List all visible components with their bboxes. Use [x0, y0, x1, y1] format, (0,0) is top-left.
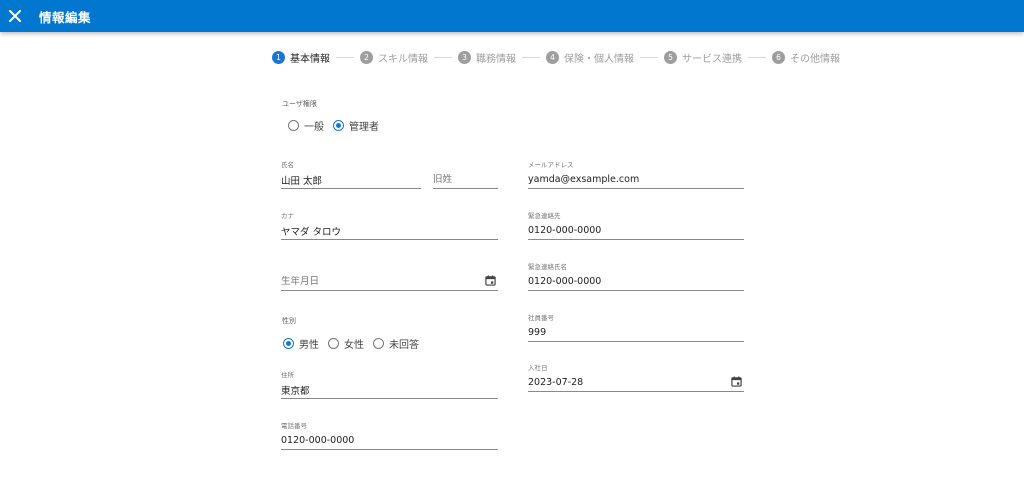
radio-male[interactable]: 男性: [283, 336, 319, 351]
step-label: 基本情報: [290, 53, 330, 65]
user-permission-label: ユーザ権限: [282, 100, 317, 108]
step-label: サービス連携: [682, 53, 742, 65]
birthday-field: [281, 261, 498, 291]
join-date-label: 入社日: [528, 364, 548, 372]
address-label: 住所: [281, 371, 294, 379]
step-number: 5: [664, 50, 677, 64]
employee-number-field: 社員番号: [528, 312, 744, 342]
email-label: メールアドレス: [528, 161, 574, 169]
address-input[interactable]: [281, 384, 498, 395]
page-title: 情報編集: [39, 9, 92, 25]
radio-circle-icon: [288, 120, 299, 131]
gender-radio-group: 男性 女性 未回答: [283, 336, 428, 351]
employee-number-label: 社員番号: [528, 314, 554, 322]
step-other-info[interactable]: 6 その他情報: [772, 50, 840, 65]
emergency-contact-name-field: 緊急連絡氏名: [528, 261, 744, 291]
calendar-icon[interactable]: [485, 275, 496, 286]
radio-circle-icon: [328, 338, 339, 349]
close-icon: [9, 10, 21, 22]
radio-admin[interactable]: 管理者: [333, 118, 379, 133]
address-field: 住所: [281, 369, 498, 399]
gender-label: 性別: [282, 317, 296, 325]
step-label: 保険・個人情報: [564, 53, 634, 65]
step-job-info[interactable]: 3 職務情報: [458, 50, 516, 65]
step-connector: [748, 56, 766, 58]
step-number: 3: [458, 50, 471, 64]
radio-label: 未回答: [389, 340, 419, 351]
step-connector: [640, 56, 658, 58]
radio-no-answer[interactable]: 未回答: [373, 336, 419, 351]
stepper: 1 基本情報 2 スキル情報 3 職務情報 4 保険・個人情報 5 サービス連携…: [272, 49, 840, 65]
join-date-field: 入社日: [528, 362, 744, 392]
step-connector: [434, 56, 452, 58]
radio-general[interactable]: 一般: [288, 118, 324, 133]
emergency-contact-field: 緊急連絡先: [528, 210, 744, 240]
radio-circle-icon: [373, 338, 384, 349]
phone-input[interactable]: [281, 435, 498, 446]
email-field: メールアドレス: [528, 159, 744, 189]
calendar-icon[interactable]: [731, 376, 742, 387]
step-number: 4: [546, 50, 559, 64]
email-input[interactable]: [528, 174, 744, 185]
kana-input[interactable]: [281, 225, 498, 236]
step-number: 6: [772, 50, 785, 64]
radio-label: 一般: [304, 122, 324, 133]
name-label: 氏名: [281, 161, 294, 169]
phone-field: 電話番号: [281, 420, 498, 450]
step-number: 2: [360, 50, 373, 64]
step-connector: [336, 56, 354, 58]
radio-checked-icon: [333, 120, 344, 131]
step-label: その他情報: [790, 53, 840, 65]
name-field: 氏名: [281, 159, 421, 189]
step-number: 1: [272, 50, 285, 64]
kana-label: カナ: [281, 212, 294, 220]
step-skill-info[interactable]: 2 スキル情報: [360, 50, 428, 65]
emergency-contact-label: 緊急連絡先: [528, 212, 561, 220]
radio-label: 女性: [344, 340, 364, 351]
step-label: 職務情報: [476, 53, 516, 65]
join-date-input[interactable]: [528, 377, 744, 388]
birthday-input[interactable]: [281, 276, 498, 287]
emergency-contact-name-input[interactable]: [528, 276, 744, 287]
radio-checked-icon: [283, 338, 294, 349]
radio-label: 男性: [299, 340, 319, 351]
emergency-contact-name-label: 緊急連絡氏名: [528, 263, 567, 271]
step-basic-info[interactable]: 1 基本情報: [272, 50, 330, 65]
maiden-name-field: [433, 159, 498, 189]
kana-field: カナ: [281, 210, 498, 240]
phone-label: 電話番号: [281, 422, 307, 430]
app-bar: 情報編集: [0, 0, 1024, 32]
user-permission-radio-group: 一般 管理者: [288, 118, 388, 133]
step-insurance-info[interactable]: 4 保険・個人情報: [546, 50, 634, 65]
step-service-link[interactable]: 5 サービス連携: [664, 50, 742, 65]
maiden-name-input[interactable]: [433, 174, 498, 185]
radio-label: 管理者: [349, 122, 379, 133]
employee-number-input[interactable]: [528, 327, 744, 338]
step-label: スキル情報: [378, 53, 428, 65]
step-connector: [522, 56, 540, 58]
emergency-contact-input[interactable]: [528, 225, 744, 236]
name-input[interactable]: [281, 174, 421, 185]
radio-female[interactable]: 女性: [328, 336, 364, 351]
close-button[interactable]: [0, 0, 30, 32]
